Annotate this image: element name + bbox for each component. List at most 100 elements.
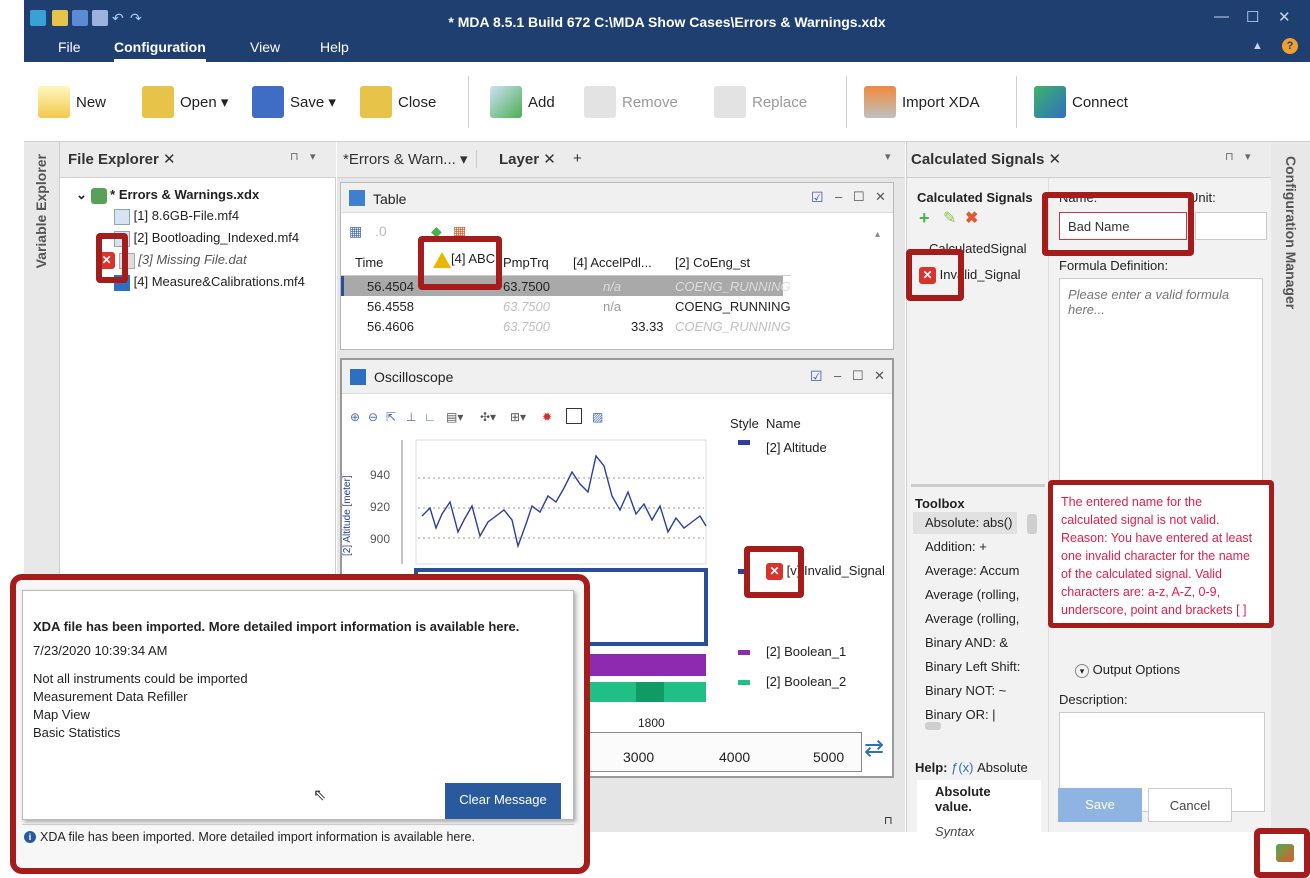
maximize-window-icon[interactable]: ☐ (852, 368, 864, 384)
pin-icon[interactable]: ⊓ (884, 814, 893, 827)
settings-icon[interactable]: ✹ (542, 410, 552, 424)
remove-button[interactable]: Remove (584, 84, 678, 120)
table-grid-icon[interactable]: ▦ (349, 223, 362, 240)
toolbox-item[interactable]: Binary OR: | (925, 707, 996, 722)
chart-icon[interactable]: ▨ (592, 410, 603, 424)
cancel-button[interactable]: Cancel (1148, 788, 1232, 822)
toolbox-item[interactable]: Binary NOT: ~ (925, 683, 1006, 698)
add-button[interactable]: Add (490, 84, 555, 120)
splitter[interactable] (911, 484, 1045, 487)
save-button[interactable]: Save ▾ (252, 84, 336, 120)
minimize-window-icon[interactable]: – (834, 368, 841, 383)
import-xda-button[interactable]: Import XDA (864, 84, 980, 120)
toolbox-scrollbar[interactable] (1027, 514, 1037, 534)
minimize-icon[interactable]: — (1214, 8, 1229, 25)
copy-icon[interactable]: ▤▾ (446, 410, 463, 424)
collapse-ribbon-icon[interactable]: ▲ (1252, 40, 1263, 52)
pin-icon[interactable]: ⊓ (290, 150, 299, 163)
toolbox-hscrollbar[interactable] (925, 722, 941, 730)
notification-status-icon[interactable] (1276, 844, 1294, 862)
notification-line: Basic Statistics (33, 725, 121, 740)
window-options-icon[interactable]: ☑ (810, 368, 823, 385)
column-header[interactable]: PmpTrq (503, 255, 549, 270)
tree-root[interactable]: ⌄ * Errors & Warnings.xdx (76, 187, 259, 204)
minimize-window-icon[interactable]: – (835, 189, 842, 204)
tab-layer[interactable]: Layer ✕ (499, 150, 556, 168)
notification-line: Not all instruments could be imported (33, 671, 248, 686)
menu-help[interactable]: Help (320, 39, 349, 55)
panel-menu-icon[interactable]: ▾ (1245, 150, 1251, 163)
description-label: Description: (1059, 692, 1128, 707)
tab-menu-icon[interactable]: ▾ (885, 150, 891, 163)
toolbox-item[interactable]: Average (rolling, (925, 587, 1019, 602)
connect-button[interactable]: Connect (1034, 84, 1128, 120)
variable-explorer-tab[interactable]: Variable Explorer (33, 154, 49, 268)
new-button[interactable]: New (38, 84, 106, 120)
sync-arrows-icon[interactable]: ⇄ (864, 734, 884, 763)
axis-icon[interactable]: ∟ (424, 410, 436, 424)
replace-button[interactable]: Replace (714, 84, 807, 120)
file-explorer-tab[interactable]: File Explorer (68, 151, 159, 168)
configuration-manager-tab[interactable]: Configuration Manager (1283, 156, 1299, 309)
cursor-icon[interactable]: ⊥ (406, 410, 416, 424)
markers-icon[interactable]: ✣▾ (480, 410, 496, 424)
edit-icon[interactable]: ✎ (943, 208, 956, 228)
menu-configuration[interactable]: Configuration (114, 39, 206, 62)
legend-item[interactable]: [2] Boolean_1 (766, 644, 846, 659)
ribbon-toolbar: New Open ▾ Save ▾ Close Add Remove Repla… (24, 62, 1310, 142)
close-tab-icon[interactable]: ✕ (543, 151, 556, 168)
maximize-icon[interactable]: ☐ (1246, 8, 1259, 26)
save-signal-button[interactable]: Save (1058, 788, 1142, 822)
decimal-icon[interactable]: .0 (375, 223, 387, 239)
delete-icon[interactable]: ✖ (965, 208, 978, 228)
panel-menu-icon[interactable]: ▾ (310, 150, 316, 163)
zoom-fit-icon[interactable]: ⇱ (386, 410, 396, 424)
close-tab-icon[interactable]: ✕ (1049, 151, 1062, 168)
checkbox-icon[interactable] (566, 408, 582, 424)
unit-input[interactable] (1195, 212, 1267, 240)
scroll-up-icon[interactable]: ▴ (875, 229, 880, 240)
formula-editor[interactable]: Please enter a valid formula here... (1059, 278, 1263, 500)
menu-file[interactable]: File (58, 39, 81, 55)
tree-item[interactable]: [1] 8.6GB-File.mf4 (114, 208, 239, 225)
column-header[interactable]: [2] CoEng_st (675, 255, 750, 270)
notification-title: XDA file has been imported. More detaile… (33, 619, 520, 634)
status-message[interactable]: XDA file has been imported. More detaile… (40, 830, 475, 844)
layout-icon[interactable]: ⊞▾ (510, 410, 526, 424)
toolbox-item[interactable]: Binary AND: & (925, 635, 1008, 650)
zoom-out-icon[interactable]: ⊖ (368, 410, 378, 424)
add-icon[interactable]: + (919, 208, 930, 229)
open-button[interactable]: Open ▾ (142, 84, 228, 120)
window-options-icon[interactable]: ☑ (811, 189, 824, 206)
legend-item[interactable]: [2] Altitude (766, 440, 827, 455)
add-tab-button[interactable]: + (573, 150, 582, 167)
toolbox-item[interactable]: Average: Accum (925, 563, 1019, 578)
column-header[interactable]: Time (355, 255, 383, 270)
close-window-icon[interactable]: ✕ (874, 368, 885, 384)
close-window-icon[interactable]: ✕ (875, 189, 886, 205)
help-icon[interactable]: ? (1282, 38, 1298, 54)
right-side-strip: Configuration Manager (1270, 142, 1310, 842)
toolbox-item[interactable]: Binary Left Shift: (925, 659, 1020, 674)
legend-item[interactable]: [2] Boolean_2 (766, 674, 846, 689)
close-button[interactable]: Close (360, 84, 436, 120)
output-options-toggle[interactable]: ▾ Output Options (1075, 662, 1180, 678)
calculated-signals-tab[interactable]: Calculated Signals (911, 151, 1044, 168)
column-header[interactable]: [4] AccelPdl... (573, 255, 652, 270)
toolbox-item[interactable]: Addition: + (925, 539, 987, 554)
toolbox-item[interactable]: Average (rolling, (925, 611, 1019, 626)
close-tab-icon[interactable]: ✕ (163, 151, 176, 168)
tab-errors-warnings[interactable]: *Errors & Warn... ▾ (343, 150, 477, 168)
zoom-in-icon[interactable]: ⊕ (350, 410, 360, 424)
menu-view[interactable]: View (250, 39, 280, 55)
tree-item[interactable]: [4] Measure&Calibrations.mf4 (114, 274, 305, 291)
time-scale-ruler[interactable]: 3000 4000 5000 (562, 732, 862, 772)
tree-item[interactable]: [2] Bootloading_Indexed.mf4 (114, 230, 299, 247)
toolbox-item[interactable]: Absolute: abs() (925, 515, 1012, 530)
project-icon (90, 187, 107, 204)
maximize-window-icon[interactable]: ☐ (853, 189, 865, 205)
close-window-icon[interactable]: ✕ (1278, 8, 1291, 26)
clear-message-button[interactable]: Clear Message (445, 783, 561, 819)
expand-icon[interactable]: ⌄ (76, 187, 87, 202)
pin-icon[interactable]: ⊓ (1225, 150, 1234, 163)
